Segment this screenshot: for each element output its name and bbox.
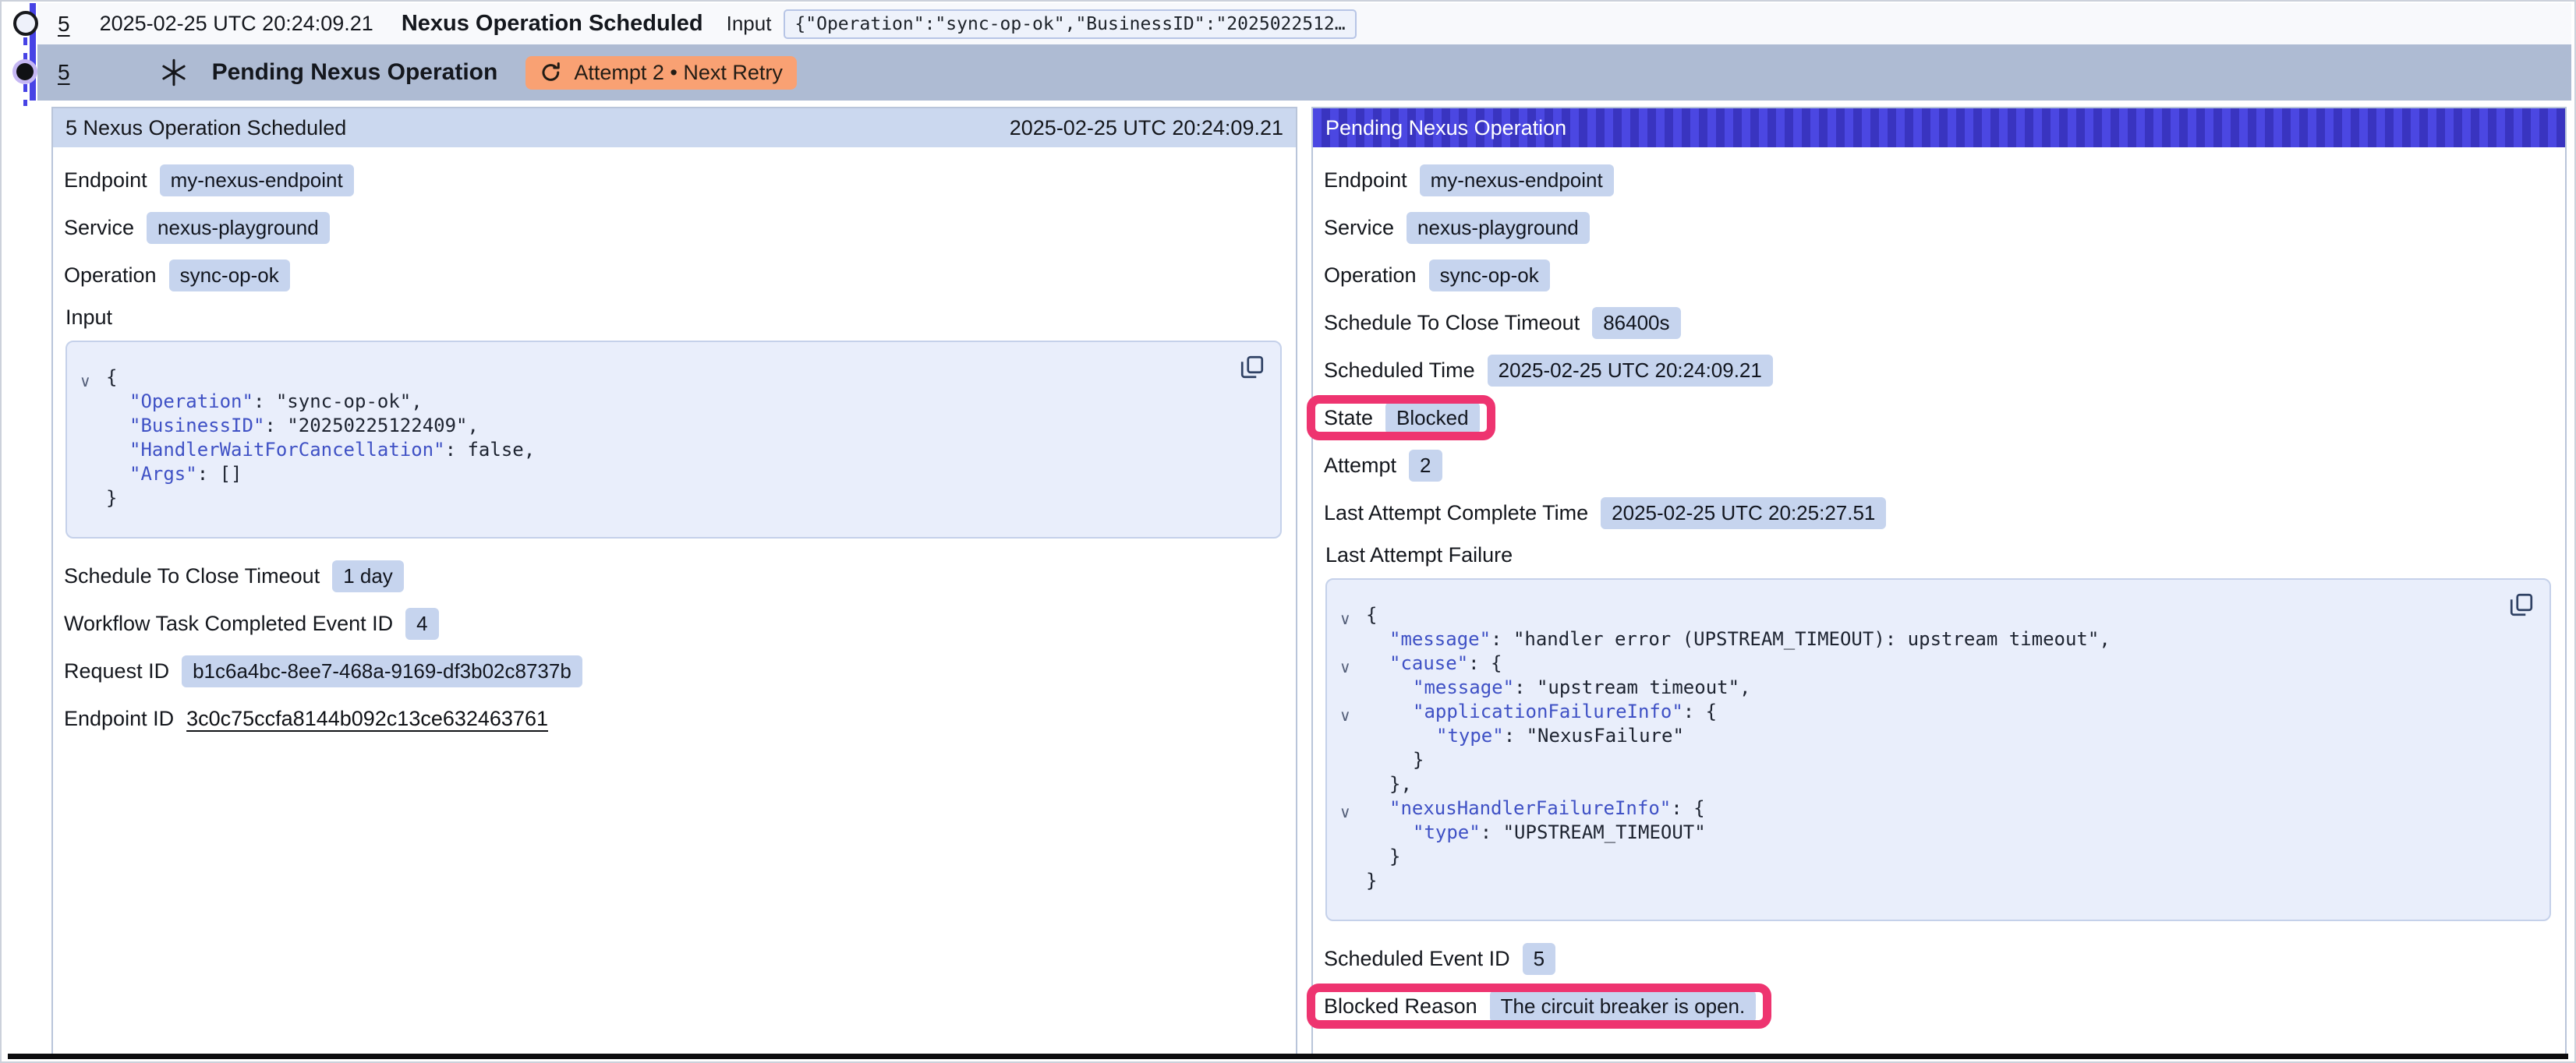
event-detail-panel: 5 Nexus Operation Scheduled 2025-02-25 U… [51, 107, 1297, 1055]
workflow-event-history-view: 5 2025-02-25 UTC 20:24:09.21 Nexus Opera… [0, 0, 2576, 1063]
field-value-chip: b1c6a4bc-8ee7-468a-9169-df3b02c8737b [182, 655, 582, 687]
field-value-chip: 2025-02-25 UTC 20:24:09.21 [1488, 355, 1773, 387]
field-label: Endpoint [1324, 168, 1407, 192]
field-label: Service [1324, 216, 1394, 240]
field-label: Service [64, 216, 134, 240]
pending-field-last-attempt-complete-time: Last Attempt Complete Time 2025-02-25 UTC… [1324, 496, 1886, 530]
last-attempt-failure-label: Last Attempt Failure [1325, 543, 2553, 567]
field-value-link[interactable]: 3c0c75ccfa8144b092c13ce632463761 [186, 707, 548, 731]
field-label: Operation [64, 263, 157, 288]
field-value-chip: 4 [405, 608, 438, 640]
input-json-viewer: ∨{"Operation": "sync-op-ok","BusinessID"… [65, 341, 1282, 539]
event-field-endpoint-id: Endpoint ID 3c0c75ccfa8144b092c13ce632463… [64, 701, 548, 736]
json-line: ∨"applicationFailureInfo": { [1339, 700, 2495, 724]
event-row-nexus-operation-scheduled[interactable]: 5 2025-02-25 UTC 20:24:09.21 Nexus Opera… [37, 3, 2571, 44]
pending-field-scheduled-time: Scheduled Time 2025-02-25 UTC 20:24:09.21 [1324, 353, 1773, 387]
pending-field-endpoint: Endpoint my-nexus-endpoint [1324, 163, 1614, 197]
event-input-label: Input [727, 12, 772, 36]
failure-json-viewer: ∨{"message": "handler error (UPSTREAM_TI… [1325, 578, 2551, 921]
event-detail-header-timestamp: 2025-02-25 UTC 20:24:09.21 [1010, 116, 1283, 140]
json-line: "type": "UPSTREAM_TIMEOUT" [1339, 821, 2495, 845]
timeline-pending-marker-filled[interactable] [16, 63, 34, 80]
json-line: ∨"cause": { [1339, 652, 2495, 676]
pending-field-operation: Operation sync-op-ok [1324, 258, 1550, 292]
field-label: Last Attempt Complete Time [1324, 501, 1588, 525]
json-line: } [1339, 869, 2495, 893]
pending-field-attempt: Attempt 2 [1324, 448, 1442, 482]
field-value-chip: 1 day [332, 560, 404, 592]
field-value-chip: nexus-playground [147, 212, 330, 244]
field-label: Scheduled Event ID [1324, 947, 1510, 971]
event-field-schedule-to-close-timeout: Schedule To Close Timeout 1 day [64, 559, 404, 593]
pending-field-scheduled-event-id: Scheduled Event ID 5 [1324, 941, 1555, 976]
pending-field-state: State Blocked [1324, 401, 1480, 435]
event-field-operation: Operation sync-op-ok [64, 258, 290, 292]
event-id-link[interactable]: 5 [58, 12, 70, 37]
json-line: } [1339, 748, 2495, 772]
event-field-workflow-task-completed-event-id: Workflow Task Completed Event ID 4 [64, 606, 439, 641]
json-line: "type": "NexusFailure" [1339, 724, 2495, 748]
pending-field-blocked-reason: Blocked Reason The circuit breaker is ope… [1324, 989, 1756, 1023]
window-bottom-edge [8, 1054, 2568, 1059]
field-value-chip: my-nexus-endpoint [1420, 164, 1614, 196]
json-line: "BusinessID": "20250225122409", [80, 414, 1226, 438]
json-line: "message": "handler error (UPSTREAM_TIME… [1339, 627, 2495, 652]
field-value-chip: 2025-02-25 UTC 20:25:27.51 [1601, 497, 1886, 529]
pending-operation-row[interactable]: 5 Pending Nexus Operation Attempt 2 • Ne… [37, 44, 2571, 101]
field-value-chip: 86400s [1592, 307, 1680, 339]
field-value-chip: 5 [1523, 943, 1555, 975]
field-label: Endpoint ID [64, 707, 174, 731]
json-line: ∨{ [80, 366, 1226, 390]
pending-field-schedule-to-close-timeout: Schedule To Close Timeout 86400s [1324, 305, 1681, 340]
event-field-service: Service nexus-playground [64, 210, 330, 245]
field-label: Workflow Task Completed Event ID [64, 612, 393, 636]
retry-icon [540, 61, 563, 84]
copy-icon[interactable] [2507, 591, 2535, 619]
event-timestamp: 2025-02-25 UTC 20:24:09.21 [100, 12, 373, 36]
pending-panel-header-title: Pending Nexus Operation [1325, 116, 1566, 140]
field-label: Endpoint [64, 168, 147, 192]
json-line: ∨{ [1339, 603, 2495, 627]
json-line: }, [1339, 772, 2495, 796]
pending-title: Pending Nexus Operation [212, 59, 498, 86]
event-field-request-id: Request ID b1c6a4bc-8ee7-468a-9169-df3b02… [64, 654, 582, 688]
field-label: Scheduled Time [1324, 358, 1475, 383]
event-detail-header-title: 5 Nexus Operation Scheduled [65, 116, 346, 140]
json-line: "HandlerWaitForCancellation": false, [80, 438, 1226, 462]
field-value-chip: 2 [1409, 450, 1442, 482]
json-line: "Args": [] [80, 462, 1226, 486]
json-line: "Operation": "sync-op-ok", [80, 390, 1226, 414]
field-value-chip: sync-op-ok [169, 260, 290, 291]
pending-field-service: Service nexus-playground [1324, 210, 1590, 245]
field-value-chip: my-nexus-endpoint [160, 164, 354, 196]
event-title: Nexus Operation Scheduled [402, 11, 703, 37]
pending-asterisk-icon [157, 56, 190, 89]
field-label: Schedule To Close Timeout [1324, 311, 1580, 335]
json-line: } [80, 486, 1226, 510]
field-value-chip: Blocked [1385, 402, 1480, 434]
field-label: Attempt [1324, 454, 1396, 478]
field-label: Blocked Reason [1324, 994, 1477, 1019]
retry-badge-label: Attempt 2 • Next Retry [574, 61, 783, 85]
pending-id-link[interactable]: 5 [58, 60, 70, 85]
event-input-preview-chip[interactable]: {"Operation":"sync-op-ok","BusinessID":"… [784, 9, 1356, 39]
event-detail-header: 5 Nexus Operation Scheduled 2025-02-25 U… [53, 108, 1296, 147]
pending-operation-panel: Pending Nexus Operation Endpoint my-nexus… [1311, 107, 2567, 1055]
field-value-chip: sync-op-ok [1429, 260, 1550, 291]
field-label: Request ID [64, 659, 169, 683]
retry-attempt-badge: Attempt 2 • Next Retry [525, 56, 797, 90]
field-value-chip: nexus-playground [1407, 212, 1590, 244]
pending-panel-header: Pending Nexus Operation [1313, 108, 2565, 147]
copy-icon[interactable] [1238, 353, 1266, 381]
input-section-label: Input [65, 305, 1283, 330]
json-line: } [1339, 845, 2495, 869]
field-label: Operation [1324, 263, 1417, 288]
event-field-endpoint: Endpoint my-nexus-endpoint [64, 163, 354, 197]
field-label: Schedule To Close Timeout [64, 564, 320, 588]
field-value-chip: The circuit breaker is open. [1490, 991, 1757, 1022]
timeline-event-marker-open[interactable] [13, 11, 38, 36]
field-label: State [1324, 406, 1373, 430]
json-line: "message": "upstream timeout", [1339, 676, 2495, 700]
json-line: ∨"nexusHandlerFailureInfo": { [1339, 796, 2495, 821]
